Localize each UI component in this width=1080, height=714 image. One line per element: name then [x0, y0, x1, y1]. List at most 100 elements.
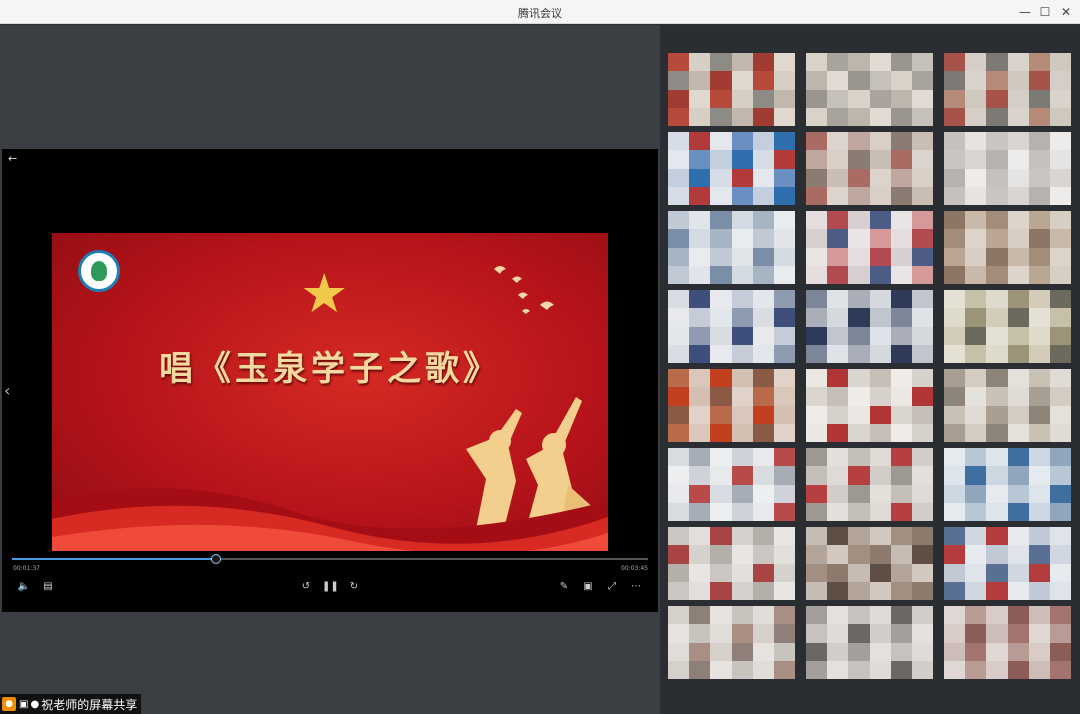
pixelated-block [848, 89, 870, 108]
participant-video-tile[interactable] [668, 132, 795, 205]
volume-icon[interactable]: 🔈 [16, 579, 32, 595]
pixelated-block [689, 369, 711, 388]
pixelated-block [774, 581, 795, 600]
pause-icon[interactable]: ❚❚ [322, 579, 339, 595]
participant-video-tile[interactable] [806, 527, 933, 600]
pixelated-block [668, 308, 690, 327]
pixelated-block [1050, 545, 1071, 564]
pixelated-block [848, 624, 870, 643]
participant-video-tile[interactable] [668, 527, 795, 600]
participant-video-tile[interactable] [944, 527, 1071, 600]
pixelated-block [965, 606, 987, 625]
pixelated-block [1028, 326, 1051, 345]
pixelated-block [731, 247, 754, 266]
rewind-icon[interactable]: ↺ [298, 579, 314, 595]
participant-video-tile[interactable] [806, 132, 933, 205]
participant-video-tile[interactable] [806, 53, 933, 126]
pixelated-block [710, 502, 732, 521]
participant-video-tile[interactable] [944, 53, 1071, 126]
participant-video-tile[interactable] [668, 448, 795, 521]
pixelated-block [752, 53, 775, 72]
pixelated-block [731, 89, 754, 108]
subtitle-icon[interactable]: ▤ [40, 579, 56, 595]
pixelated-block [986, 545, 1008, 564]
participant-video-tile[interactable] [944, 211, 1071, 284]
pixelated-block [965, 563, 987, 582]
close-icon[interactable]: ✕ [1057, 3, 1075, 21]
maximize-icon[interactable]: ☐ [1036, 3, 1054, 21]
participant-video-tile[interactable] [806, 290, 933, 363]
pixelated-block [731, 502, 754, 521]
participant-video-tile[interactable] [806, 448, 933, 521]
pixelated-block [1007, 265, 1030, 284]
progress-bar[interactable] [12, 554, 648, 564]
forward-icon[interactable]: ↻ [346, 579, 362, 595]
pixelated-block [689, 344, 711, 363]
pixelated-block [986, 211, 1008, 230]
pixelated-block [774, 563, 795, 582]
pixelated-block [752, 405, 775, 424]
picture-in-picture-icon[interactable]: ▣ [580, 579, 596, 595]
pixelated-block [710, 168, 732, 187]
participant-video-tile[interactable] [668, 290, 795, 363]
participant-video-tile[interactable] [668, 606, 795, 679]
participant-video-tile[interactable] [668, 53, 795, 126]
pixelated-block [731, 71, 754, 90]
pixelated-block [986, 660, 1008, 679]
more-options-icon[interactable]: ⋯ [628, 579, 644, 595]
pixelated-block [827, 265, 849, 284]
pixelated-block [1007, 247, 1030, 266]
pixelated-block [848, 423, 870, 442]
participant-video-tile[interactable] [668, 369, 795, 442]
pixelated-block [1050, 326, 1071, 345]
pixelated-block [1007, 71, 1030, 90]
ribbon-decoration [52, 488, 608, 551]
pen-icon[interactable]: ✎ [556, 579, 572, 595]
pixelated-block [1050, 563, 1071, 582]
pixelated-block [668, 606, 690, 625]
previous-chevron-icon[interactable]: ‹ [4, 381, 10, 400]
progress-handle[interactable] [210, 554, 221, 564]
pixelated-block [827, 132, 849, 151]
pixelated-block [1028, 660, 1051, 679]
pixelated-block [1007, 466, 1030, 485]
pixelated-block [710, 606, 732, 625]
pixelated-block [1007, 150, 1030, 169]
pixelated-block [912, 265, 933, 284]
pixelated-block [806, 624, 828, 643]
participant-video-tile[interactable] [806, 606, 933, 679]
pixelated-block [752, 344, 775, 363]
participant-video-tile[interactable] [944, 448, 1071, 521]
participant-video-tile[interactable] [806, 211, 933, 284]
exit-fullscreen-icon[interactable]: ⤢ [604, 579, 620, 595]
pixelated-block [689, 53, 711, 72]
pixelated-block [944, 344, 966, 363]
microphone-icon: ● [30, 698, 40, 710]
pixelated-block [1028, 247, 1051, 266]
participant-video-tile[interactable] [944, 132, 1071, 205]
participant-video-tile[interactable] [944, 369, 1071, 442]
pixelated-block [752, 484, 775, 503]
video-player[interactable]: ← ‹ ★ 唱《玉泉学子之歌》 00:01:37 00:03:45 🔈 ▤ ↺ … [2, 149, 658, 612]
pixelated-block [774, 132, 795, 151]
participant-video-tile[interactable] [668, 211, 795, 284]
pixelated-block [710, 527, 732, 546]
pixelated-block [965, 326, 987, 345]
minimize-icon[interactable]: — [1016, 3, 1034, 21]
pixelated-block [890, 168, 913, 187]
pixelated-block [869, 660, 892, 679]
participant-video-tile[interactable] [806, 369, 933, 442]
pixelated-block [965, 211, 987, 230]
pixelated-block [731, 369, 754, 388]
pixelated-block [1007, 53, 1030, 72]
pixelated-block [965, 290, 987, 309]
participant-video-tile[interactable] [944, 290, 1071, 363]
pixelated-block [890, 502, 913, 521]
pixelated-block [806, 211, 828, 230]
back-arrow-icon[interactable]: ← [8, 152, 17, 165]
participant-video-tile[interactable] [944, 606, 1071, 679]
pixelated-block [986, 186, 1008, 205]
person-icon: ● [2, 697, 16, 711]
pixelated-block [806, 53, 828, 72]
pixelated-block [689, 423, 711, 442]
